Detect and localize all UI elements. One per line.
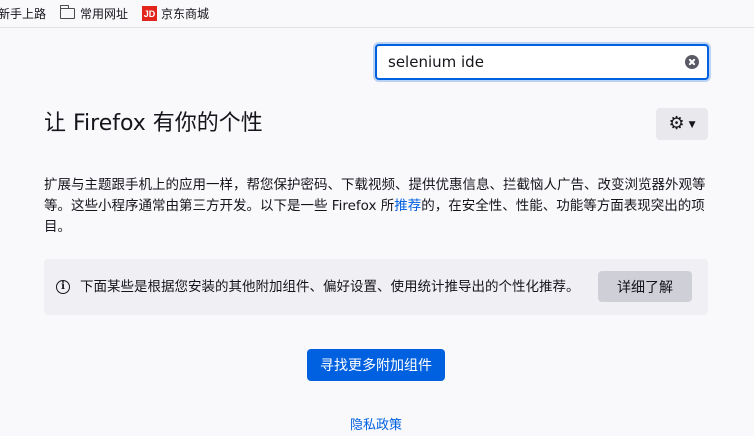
- folder-icon: [59, 5, 76, 19]
- tools-menu-button[interactable]: ⚙ ▼: [656, 108, 708, 140]
- bookmarks-toolbar: 新手上路 常用网址 JD 京东商城: [0, 0, 754, 28]
- find-more-addons-button[interactable]: 寻找更多附加组件: [307, 349, 445, 381]
- privacy-policy-link[interactable]: 隐私政策: [350, 417, 402, 435]
- bookmark-label: 常用网址: [80, 7, 129, 21]
- intro-description: 扩展与主题跟手机上的应用一样，帮您保护密码、下载视频、提供优惠信息、拦截恼人广告…: [44, 175, 710, 238]
- chevron-down-icon: ▼: [688, 119, 696, 130]
- learn-more-button[interactable]: 详细了解: [598, 271, 692, 302]
- bookmark-label: 京东商城: [161, 7, 210, 21]
- bookmark-item-jd[interactable]: JD 京东商城: [138, 3, 213, 25]
- recommended-link[interactable]: 推荐: [394, 198, 421, 214]
- bookmark-label: 新手上路: [0, 7, 47, 21]
- notice-text: 下面某些是根据您安装的其他附加组件、偏好设置、使用统计推导出的个性化推荐。: [80, 279, 580, 295]
- gear-icon: ⚙: [668, 113, 685, 134]
- info-icon: i: [56, 280, 70, 294]
- jd-icon: JD: [142, 6, 158, 21]
- bookmark-folder-common-sites[interactable]: 常用网址: [56, 3, 132, 25]
- clear-icon[interactable]: [685, 55, 699, 69]
- search-input[interactable]: [377, 46, 685, 78]
- page-title: 让 Firefox 有你的个性: [44, 111, 263, 136]
- recommendation-notice: i 下面某些是根据您安装的其他附加组件、偏好设置、使用统计推导出的个性化推荐。 …: [44, 259, 708, 315]
- search-box: [375, 44, 709, 80]
- bookmark-item-getting-started[interactable]: 新手上路: [0, 3, 50, 25]
